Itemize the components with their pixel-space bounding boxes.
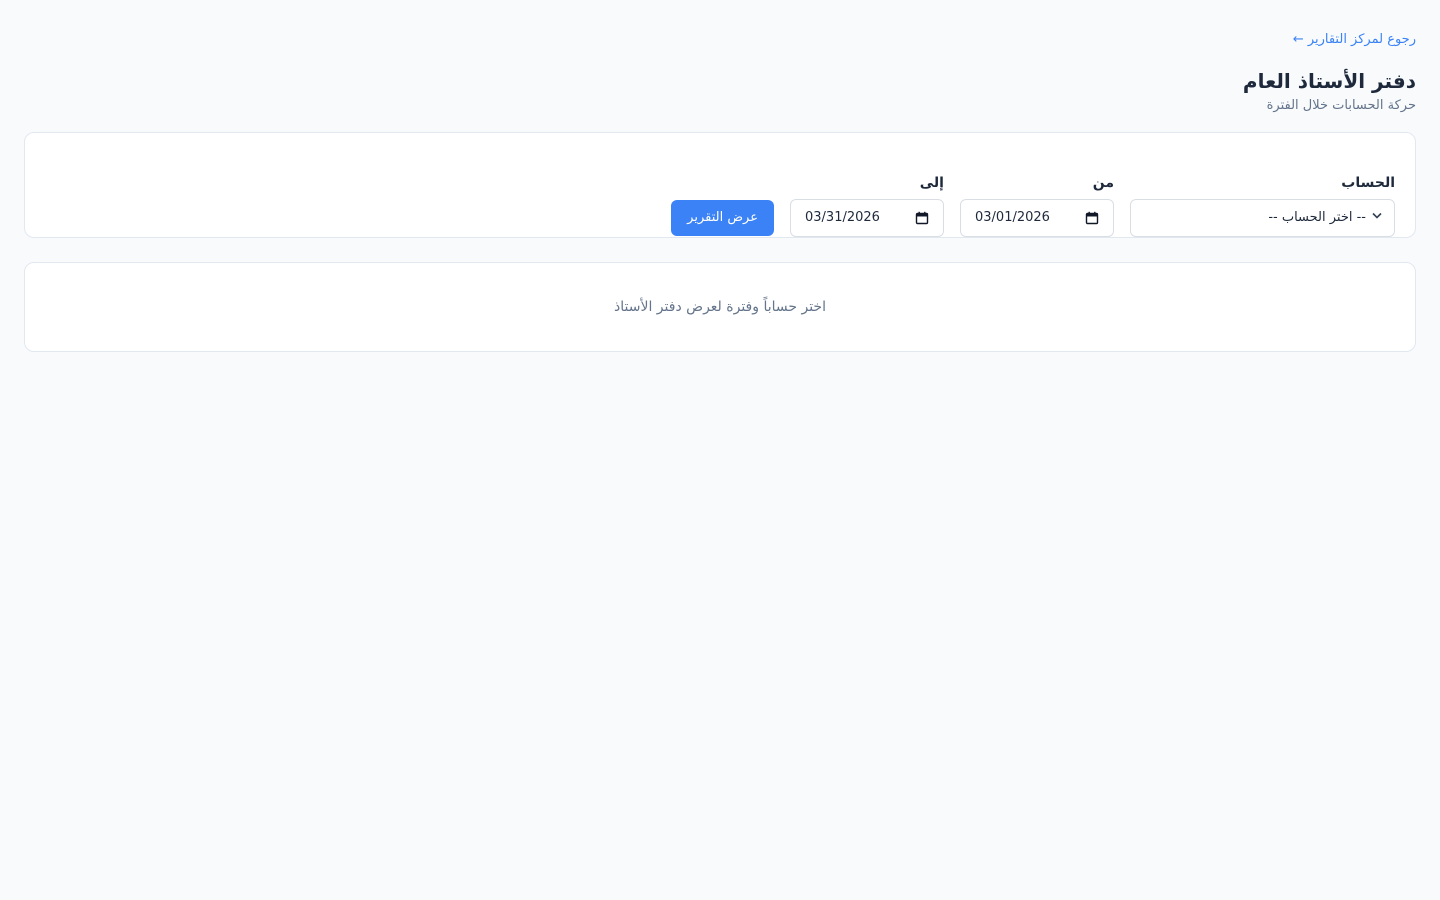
filter-card: الحساب -- اختر الحساب -- من 03/01/2026 إ…: [24, 131, 1416, 238]
account-field: الحساب -- اختر الحساب --: [1130, 173, 1395, 237]
page: رجوع لمركز التقارير ← دفتر الأستاذ العام…: [0, 0, 1440, 900]
to-date-input[interactable]: 03/31/2026: [790, 198, 944, 237]
from-label: من: [1092, 174, 1114, 191]
to-label: إلى: [919, 174, 944, 191]
from-date-input[interactable]: 03/01/2026: [960, 198, 1114, 237]
to-field: إلى 03/31/2026: [790, 173, 944, 237]
back-link-label: رجوع لمركز التقارير: [1307, 32, 1416, 47]
empty-state-card: اختر حساباً وفترة لعرض دفتر الأستاذ: [24, 261, 1416, 352]
calendar-icon[interactable]: [1085, 211, 1099, 225]
calendar-icon[interactable]: [915, 211, 929, 225]
back-to-reports-link[interactable]: رجوع لمركز التقارير ←: [1293, 30, 1416, 50]
from-date-value: 03/01/2026: [975, 210, 1050, 225]
account-selected-value: -- اختر الحساب --: [1268, 210, 1366, 225]
chevron-down-icon: [1372, 212, 1382, 223]
show-report-button[interactable]: عرض التقرير: [671, 199, 774, 236]
from-field: من 03/01/2026: [960, 173, 1114, 237]
chevron-down-icon-svg: [1372, 212, 1382, 219]
empty-state-message: اختر حساباً وفترة لعرض دفتر الأستاذ: [614, 298, 826, 315]
arrow-left-icon: ←: [1292, 32, 1304, 47]
to-date-value: 03/31/2026: [805, 210, 880, 225]
page-title: دفتر الأستاذ العام: [1242, 68, 1416, 93]
account-select[interactable]: -- اختر الحساب --: [1130, 198, 1395, 237]
account-label: الحساب: [1341, 174, 1395, 191]
page-subtitle: حركة الحسابات خلال الفترة: [1266, 97, 1416, 113]
